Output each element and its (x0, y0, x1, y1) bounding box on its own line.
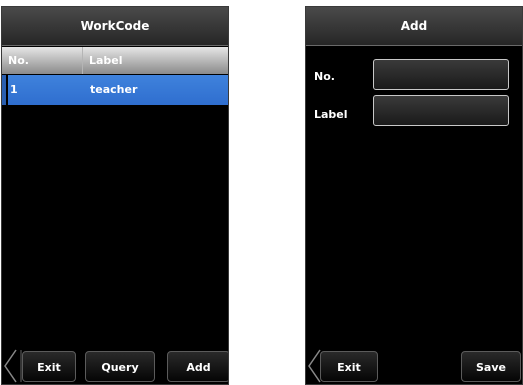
no-field-label: No. (314, 70, 335, 83)
screen-title: Add (306, 7, 522, 46)
label-field-label: Label (314, 108, 348, 121)
exit-button[interactable]: Exit (320, 351, 378, 382)
no-input[interactable] (373, 59, 509, 90)
back-arrow-icon (4, 349, 22, 383)
table-header: No. Label (2, 47, 228, 74)
row-no: 1 (10, 83, 18, 96)
label-input[interactable] (373, 95, 509, 126)
workcode-list-screen: WorkCode No. Label 1 teacher Exit Query … (1, 6, 229, 385)
save-button[interactable]: Save (461, 351, 521, 382)
row-indicator (2, 75, 6, 105)
exit-button[interactable]: Exit (22, 351, 76, 382)
row-label: teacher (90, 83, 138, 96)
query-button[interactable]: Query (85, 351, 155, 382)
softkey-bar: Exit Save (306, 346, 522, 384)
screen-title: WorkCode (2, 7, 228, 46)
column-header-label: Label (82, 47, 228, 74)
column-header-no: No. (8, 54, 29, 67)
softkey-bar: Exit Query Add (2, 346, 228, 384)
add-button[interactable]: Add (167, 351, 228, 382)
table-row[interactable]: 1 teacher (8, 75, 228, 105)
add-workcode-screen: Add No. Label Exit Save (305, 6, 523, 385)
